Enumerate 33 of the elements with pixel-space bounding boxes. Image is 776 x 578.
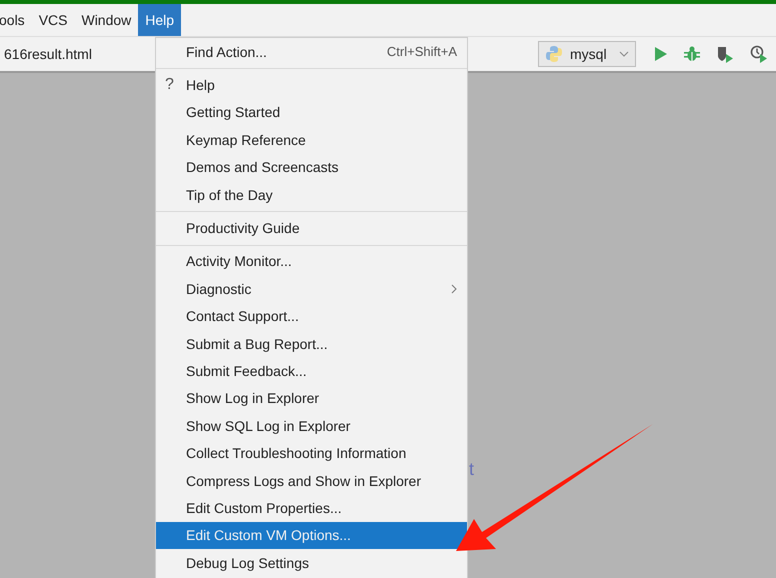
profiler-icon[interactable]: [750, 45, 768, 63]
menu-item[interactable]: Show Log in Explorer: [156, 384, 467, 412]
menu-bar-item[interactable]: Window: [74, 4, 138, 36]
menu-bar-item[interactable]: VCS: [32, 4, 74, 36]
file-tab[interactable]: 616result.html: [0, 46, 92, 62]
menu-item[interactable]: Show SQL Log in Explorer: [156, 412, 467, 440]
menu-item[interactable]: Edit Custom Properties...: [156, 494, 467, 522]
menu-item[interactable]: Productivity Guide: [156, 214, 467, 242]
bug-icon[interactable]: [684, 46, 700, 62]
menu-item[interactable]: Activity Monitor...: [156, 248, 467, 276]
python-icon: [545, 45, 563, 63]
menu-bar-item[interactable]: Help: [138, 4, 182, 36]
menu-item[interactable]: Compress Logs and Show in Explorer: [156, 466, 467, 494]
menu-item[interactable]: Getting Started: [156, 98, 467, 126]
menu-item[interactable]: Edit Custom VM Options...: [156, 522, 467, 550]
run-icon[interactable]: [654, 46, 668, 62]
menu-item[interactable]: Submit a Bug Report...: [156, 330, 467, 358]
menu-item[interactable]: Contact Support...: [156, 302, 467, 330]
background-text: t: [469, 459, 474, 480]
chevron-down-icon: [619, 51, 629, 57]
menu-item[interactable]: Find Action... Ctrl+Shift+A: [156, 38, 467, 66]
menu-item[interactable]: Submit Feedback...: [156, 357, 467, 385]
coverage-icon[interactable]: [716, 45, 734, 63]
menu-item[interactable]: Keymap Reference: [156, 126, 467, 154]
menu-item[interactable]: Tip of the Day: [156, 180, 467, 208]
menu-item[interactable]: ? Help: [156, 71, 467, 99]
run-config-dropdown[interactable]: mysql: [538, 41, 636, 67]
shortcut-text: Ctrl+Shift+A: [386, 44, 457, 60]
menu-item[interactable]: Diagnostic: [156, 275, 467, 303]
menu-item[interactable]: Collect Troubleshooting Information: [156, 439, 467, 467]
menu-item[interactable]: Demos and Screencasts: [156, 154, 467, 181]
help-icon: ?: [165, 76, 174, 94]
menu-item[interactable]: Debug Log Settings: [156, 549, 467, 576]
